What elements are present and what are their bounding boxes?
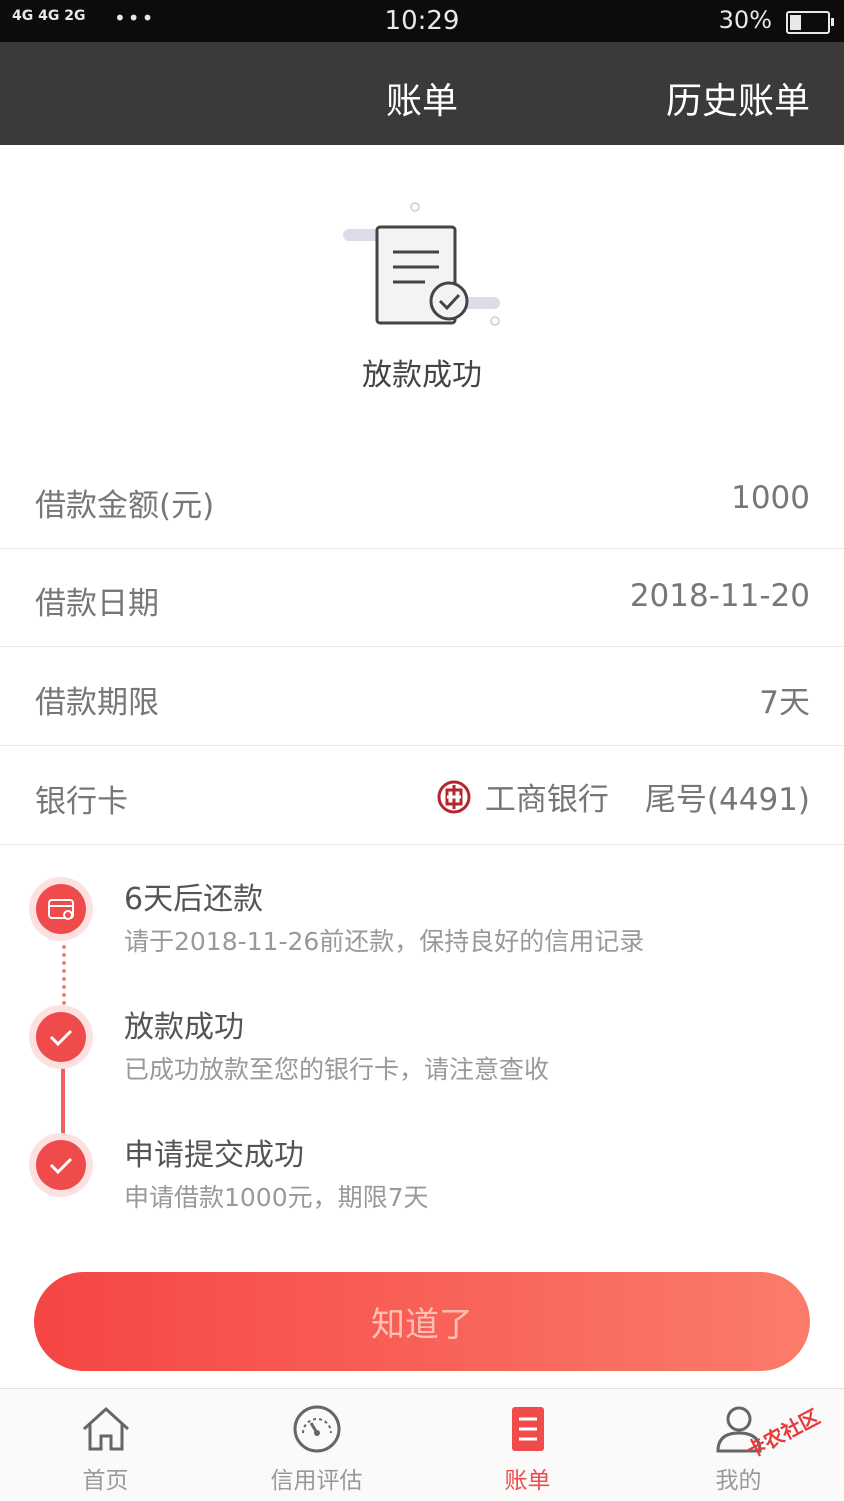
gauge-icon (293, 1405, 341, 1453)
history-bill-link[interactable]: 历史账单 (666, 72, 810, 124)
loan-term-row: 借款期限 7天 (0, 647, 844, 746)
tab-label: 我的 (715, 1468, 762, 1494)
loan-status-text: 放款成功 (362, 358, 482, 393)
loan-term-value: 7天 (759, 685, 810, 721)
timeline-desc: 请于2018-11-26前还款，保持良好的信用记录 (124, 927, 645, 956)
timeline-desc: 申请借款1000元，期限7天 (124, 1183, 429, 1212)
timeline-title: 6天后还款 (124, 882, 264, 917)
tab-bill[interactable]: 账单 (422, 1389, 633, 1501)
loan-amount-value: 1000 (731, 480, 810, 516)
timeline-title: 申请提交成功 (124, 1138, 304, 1173)
timeline-desc: 已成功放款至您的银行卡，请注意查收 (124, 1055, 550, 1084)
bank-card-label: 银行卡 (35, 784, 128, 820)
bank-name: 工商银行 (484, 782, 609, 818)
loan-date-value: 2018-11-20 (629, 578, 810, 614)
bank-card-row: 银行卡 工商银行 尾号(4491) (0, 746, 844, 845)
check-icon (36, 1140, 86, 1190)
confirm-button[interactable]: 知道了 (34, 1272, 810, 1371)
loan-amount-row: 借款金额(元) 1000 (0, 450, 844, 549)
home-icon (82, 1406, 130, 1451)
check-icon (36, 1012, 86, 1062)
timeline-title: 放款成功 (124, 1010, 244, 1045)
tab-credit-assessment[interactable]: 信用评估 (211, 1389, 422, 1501)
tab-label: 首页 (82, 1468, 129, 1494)
card-tail-number: 尾号(4491) (644, 782, 810, 818)
loan-date-row: 借款日期 2018-11-20 (0, 548, 844, 647)
tab-label: 信用评估 (270, 1468, 363, 1494)
tab-home[interactable]: 首页 (0, 1389, 211, 1501)
clock: 10:29 (384, 6, 460, 36)
bottom-tab-bar: 首页 信用评估 账单 我的 (0, 1388, 844, 1501)
timeline-solid-connector (61, 1060, 65, 1146)
loan-term-label: 借款期限 (35, 685, 159, 721)
tab-label: 账单 (504, 1468, 551, 1494)
document-check-icon (343, 202, 500, 326)
timeline-dotted-connector (62, 945, 66, 1005)
loan-date-label: 借款日期 (35, 586, 159, 622)
loan-amount-label: 借款金额(元) (35, 488, 215, 524)
battery-icon (786, 11, 834, 34)
bill-icon (512, 1407, 544, 1451)
status-bar: 4G 4G 2G ••• 10:29 30% (0, 0, 844, 42)
status-hero: 放款成功 (0, 145, 844, 450)
nav-bar: 账单 历史账单 (0, 42, 844, 145)
card-icon (36, 884, 86, 934)
icbc-logo-icon (437, 780, 471, 813)
bank-card-info: 工商银行 尾号(4491) (437, 774, 810, 819)
battery-percent: 30% (718, 6, 772, 34)
